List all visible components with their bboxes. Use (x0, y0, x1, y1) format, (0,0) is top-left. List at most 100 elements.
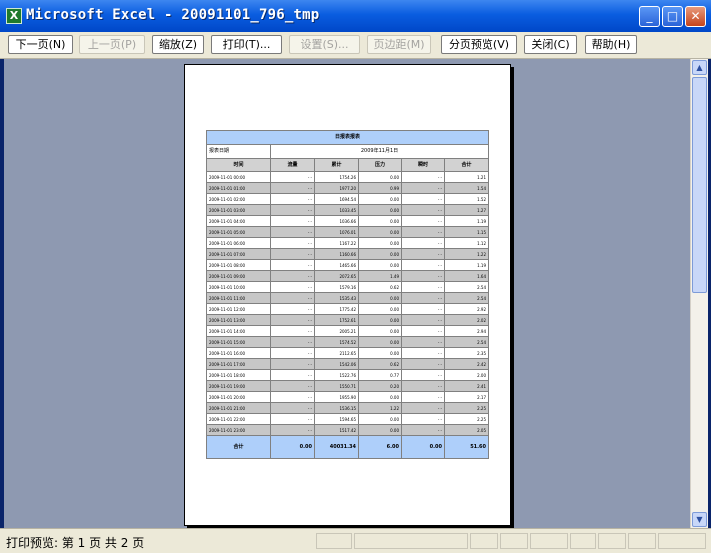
table-cell: 2.54 (443, 281, 490, 293)
table-row: 2009-11-01 02:00- -1694.54 0.00- -1.52 (206, 193, 490, 205)
table-cell: - - (401, 358, 445, 370)
table-cell: 1775.42 (314, 303, 359, 315)
table-cell: 2009-11-01 13:00 (206, 314, 271, 326)
report-title: 日报表报表 (205, 130, 490, 145)
table-cell: 0.00 (358, 226, 402, 238)
table-cell: 0.99 (358, 182, 402, 194)
total-cell: 0.00 (270, 435, 315, 459)
table-cell: 1752.61 (314, 314, 359, 326)
total-label: 合计 (206, 435, 271, 459)
table-cell: 1.21 (443, 171, 490, 183)
table-cell: 1579.16 (314, 281, 359, 293)
table-cell: 1694.54 (314, 193, 359, 205)
table-cell: - - (270, 380, 315, 392)
table-cell: 2009-11-01 05:00 (206, 226, 271, 238)
table-cell: 1.15 (443, 226, 490, 238)
table-cell: - - (270, 292, 315, 304)
report-date-label: 报表日期 (206, 144, 271, 159)
table-cell: 2005.21 (314, 325, 359, 337)
table-cell: 2.41 (443, 380, 490, 392)
close-window-button[interactable]: ✕ (685, 6, 706, 27)
table-cell: - - (270, 237, 315, 249)
status-panel (598, 533, 626, 549)
table-cell: - - (401, 325, 445, 337)
table-cell: - - (401, 314, 445, 326)
table-cell: 0.00 (358, 259, 402, 271)
status-panel (658, 533, 706, 549)
table-cell: 1033.45 (314, 204, 359, 216)
total-row: 合计 0.00 40031.34 6.00 0.00 51.60 (206, 435, 490, 459)
vertical-scrollbar[interactable]: ▲ ▼ (690, 59, 708, 528)
next-page-button[interactable]: 下一页(N) (8, 35, 73, 54)
table-cell: 1955.90 (314, 391, 359, 403)
table-cell: 2009-11-01 19:00 (206, 380, 271, 392)
table-cell: 2072.65 (314, 270, 359, 282)
minimize-button[interactable]: _ (639, 6, 660, 27)
table-cell: - - (401, 336, 445, 348)
table-cell: 1.19 (443, 215, 490, 227)
prev-page-button[interactable]: 上一页(P) (79, 35, 145, 54)
report-title-row: 日报表报表 (205, 130, 490, 145)
print-preview-area[interactable]: 日报表报表 报表日期 2009年11月1日 时间 流量 累计 压力 瞬时 合计 … (4, 59, 690, 528)
table-cell: 2009-11-01 03:00 (206, 204, 271, 216)
table-cell: 1.22 (443, 248, 490, 260)
table-cell: 0.00 (358, 204, 402, 216)
preview-page[interactable]: 日报表报表 报表日期 2009年11月1日 时间 流量 累计 压力 瞬时 合计 … (184, 64, 511, 526)
table-row: 2009-11-01 12:00- -1775.42 0.00- -2.92 (206, 303, 490, 315)
table-cell: - - (270, 347, 315, 359)
table-cell: 2.35 (443, 347, 490, 359)
table-cell: 1550.71 (314, 380, 359, 392)
table-cell: 2009-11-01 22:00 (206, 413, 271, 425)
table-cell: - - (401, 391, 445, 403)
print-button[interactable]: 打印(T)... (211, 35, 282, 54)
page-break-preview-button[interactable]: 分页预览(V) (441, 35, 517, 54)
table-row: 2009-11-01 11:00- -1535.43 0.00- -2.54 (206, 292, 490, 304)
table-cell: 2.94 (443, 325, 490, 337)
table-cell: - - (270, 270, 315, 282)
setup-button[interactable]: 设置(S)... (289, 35, 360, 54)
margins-button[interactable]: 页边距(M) (367, 35, 431, 54)
title-bar[interactable]: X Microsoft Excel - 20091101_796_tmp _ □… (0, 0, 711, 32)
table-cell: - - (401, 402, 445, 414)
table-cell: 2.25 (443, 413, 490, 425)
table-cell: 0.00 (358, 325, 402, 337)
scroll-thumb[interactable] (692, 77, 707, 293)
report-date-value: 2009年11月1日 (269, 144, 490, 159)
table-cell: - - (270, 204, 315, 216)
total-cell: 40031.34 (314, 435, 359, 459)
table-cell: 0.20 (358, 380, 402, 392)
column-header: 流量 (270, 158, 315, 172)
table-cell: - - (401, 303, 445, 315)
column-header: 时间 (206, 158, 271, 172)
status-panel (470, 533, 498, 549)
table-cell: 1574.52 (314, 336, 359, 348)
table-row: 2009-11-01 03:00- -1033.45 0.00- -1.27 (206, 204, 490, 216)
status-panel (316, 533, 352, 549)
table-cell: 2009-11-01 18:00 (206, 369, 271, 381)
help-button[interactable]: 帮助(H) (585, 35, 637, 54)
table-row: 2009-11-01 01:00- -1977.20 0.99- -1.54 (206, 182, 490, 194)
status-panel (500, 533, 528, 549)
scroll-up-arrow-icon[interactable]: ▲ (692, 60, 707, 75)
table-cell: - - (270, 182, 315, 194)
table-cell: 0.00 (358, 292, 402, 304)
status-panel (354, 533, 468, 549)
excel-app-icon[interactable]: X (6, 8, 22, 24)
scroll-down-arrow-icon[interactable]: ▼ (692, 512, 707, 527)
status-panel (530, 533, 568, 549)
zoom-button[interactable]: 缩放(Z) (152, 35, 204, 54)
table-cell: 2009-11-01 06:00 (206, 237, 271, 249)
maximize-button[interactable]: □ (662, 6, 683, 27)
close-preview-button[interactable]: 关闭(C) (524, 35, 577, 54)
table-cell: 2009-11-01 02:00 (206, 193, 271, 205)
table-cell: - - (270, 259, 315, 271)
table-cell: 1977.20 (314, 182, 359, 194)
table-cell: 2009-11-01 23:00 (206, 424, 271, 436)
table-cell: 2009-11-01 14:00 (206, 325, 271, 337)
table-cell: 2.54 (443, 292, 490, 304)
table-cell: 1522.76 (314, 369, 359, 381)
table-cell: - - (401, 413, 445, 425)
table-cell: 2009-11-01 00:00 (206, 171, 271, 183)
table-cell: - - (401, 248, 445, 260)
table-cell: - - (401, 182, 445, 194)
